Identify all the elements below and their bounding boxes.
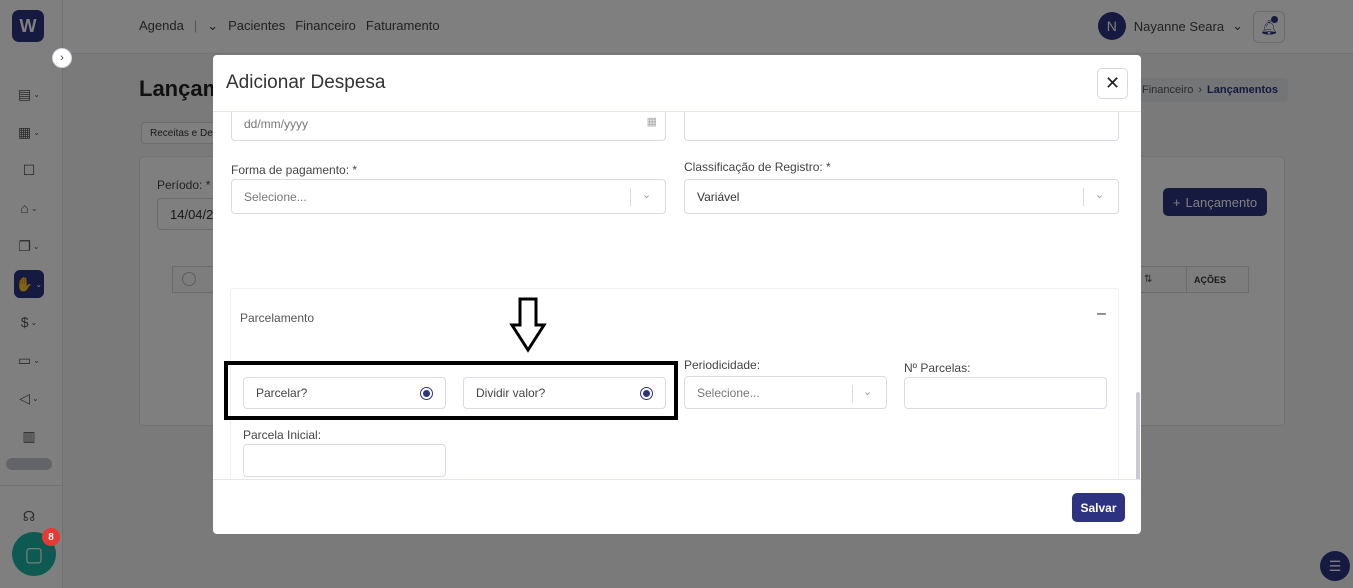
annotation-highlight-box: [224, 361, 678, 420]
select-divider: [630, 188, 631, 206]
classification-label: Classificação de Registro: *: [684, 160, 831, 174]
modal-title: Adicionar Despesa: [226, 72, 386, 93]
classification-value: Variável: [697, 189, 740, 204]
annotation-arrow-icon: [509, 297, 547, 353]
initial-installment-label: Parcela Inicial:: [243, 428, 322, 442]
date-field[interactable]: dd/mm/yyyy ▦: [231, 112, 666, 141]
num-installments-input[interactable]: [904, 377, 1107, 409]
modal-scrollbar[interactable]: [1136, 392, 1140, 479]
text-field[interactable]: [684, 112, 1119, 141]
chevron-down-icon: ⌄: [642, 189, 652, 201]
periodicity-select[interactable]: Selecione... ⌄: [684, 376, 887, 409]
close-icon: ✕: [1104, 73, 1121, 93]
select-divider: [852, 385, 853, 403]
select-divider: [1083, 188, 1084, 206]
close-button[interactable]: ✕: [1097, 68, 1128, 99]
calendar-icon[interactable]: ▦: [647, 115, 657, 128]
num-installments-label: Nº Parcelas:: [904, 361, 971, 375]
classification-select[interactable]: Variável ⌄: [684, 179, 1119, 214]
date-placeholder: dd/mm/yyyy: [244, 117, 309, 131]
modal-body: dd/mm/yyyy ▦ Forma de pagamento: * Selec…: [213, 112, 1141, 479]
initial-installment-input[interactable]: [243, 444, 446, 477]
sidebar-toggle-button[interactable]: ›: [52, 48, 72, 68]
chevron-down-icon: ⌄: [863, 386, 873, 398]
installments-section-title[interactable]: Parcelamento: [240, 311, 314, 325]
payment-method-value: Selecione...: [244, 189, 307, 204]
add-expense-modal: Adicionar Despesa ✕ dd/mm/yyyy ▦ Forma d…: [213, 55, 1141, 534]
periodicity-label: Periodicidade:: [684, 358, 761, 372]
periodicity-value: Selecione...: [697, 385, 760, 400]
chevron-right-icon: ›: [60, 52, 64, 64]
collapse-section-icon[interactable]: –: [1097, 305, 1106, 323]
chevron-down-icon: ⌄: [1095, 189, 1105, 201]
save-button[interactable]: Salvar: [1072, 493, 1125, 522]
payment-method-label: Forma de pagamento: *: [231, 163, 358, 177]
payment-method-select[interactable]: Selecione... ⌄: [231, 179, 666, 214]
modal-header: Adicionar Despesa ✕: [213, 55, 1141, 112]
chat-badge: 8: [42, 528, 60, 546]
modal-footer: Salvar: [213, 479, 1141, 534]
